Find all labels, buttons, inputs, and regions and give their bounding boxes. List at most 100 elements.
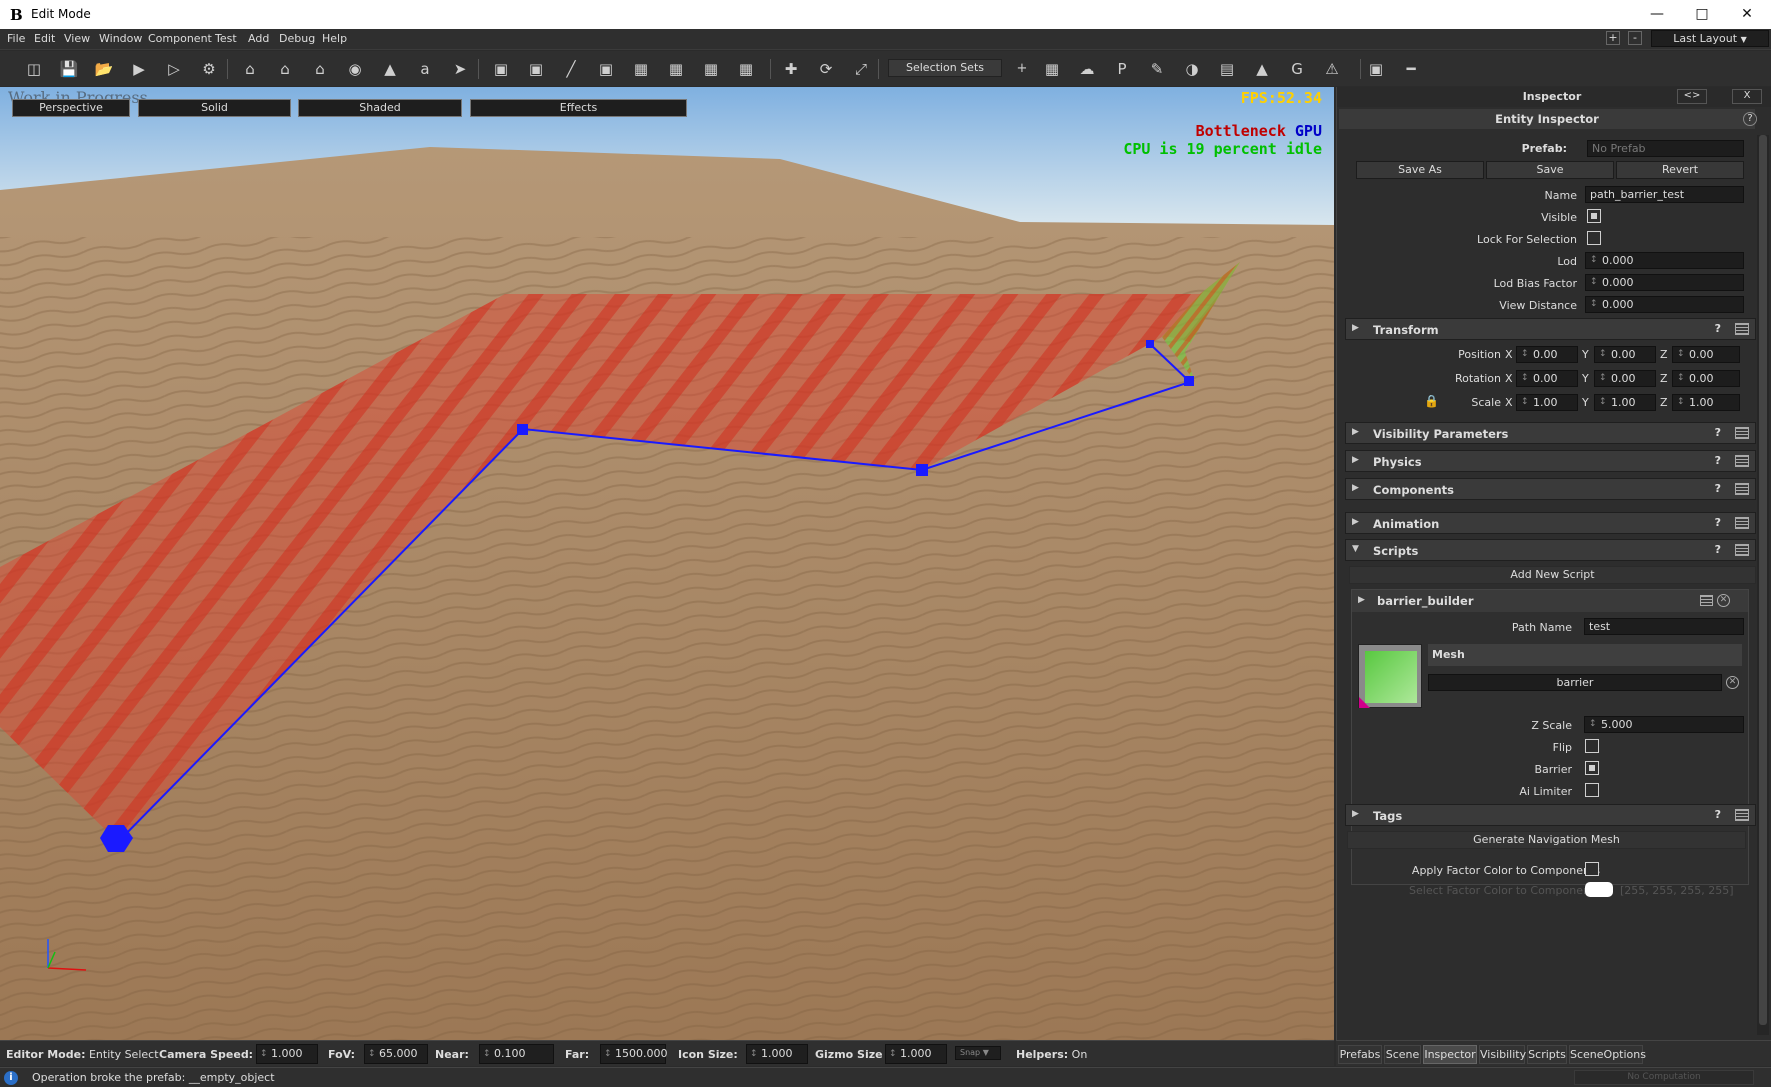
scale-gizmo-icon[interactable]: ⤢ <box>850 58 872 80</box>
path-node[interactable] <box>916 464 928 476</box>
menu-debug[interactable]: Debug <box>279 32 315 45</box>
lod-field[interactable]: 0.000 <box>1585 252 1744 269</box>
cursor-icon[interactable]: ➤ <box>449 58 471 80</box>
name-field[interactable]: path_barrier_test <box>1585 186 1744 203</box>
menu-icon[interactable] <box>1735 427 1749 439</box>
split-icon[interactable]: ╱ <box>560 58 582 80</box>
menu-component[interactable]: Component <box>148 32 212 45</box>
image-icon[interactable]: ▤ <box>1216 58 1238 80</box>
menu-icon[interactable] <box>1735 809 1749 821</box>
remove-script-icon[interactable]: ✕ <box>1717 594 1730 607</box>
import-icon[interactable]: ◫ <box>23 58 45 80</box>
selection-sets-add-button[interactable]: + <box>1011 58 1033 80</box>
tab-shaded[interactable]: Shaded <box>298 99 462 117</box>
close-button[interactable]: ✕ <box>1732 4 1762 24</box>
grid-scale-icon[interactable]: ▦ <box>735 58 757 80</box>
cube-add-icon[interactable]: ▣ <box>525 58 547 80</box>
inspector-close-button[interactable]: X <box>1732 89 1762 104</box>
rotate-gizmo-icon[interactable]: ⟳ <box>815 58 837 80</box>
cube-plus-icon[interactable]: ▣ <box>595 58 617 80</box>
menu-test[interactable]: Test <box>215 32 237 45</box>
help-icon[interactable]: ? <box>1715 454 1721 467</box>
mesh-field[interactable]: barrier <box>1428 674 1722 691</box>
generate-navigation-mesh-button[interactable]: Generate Navigation Mesh <box>1347 831 1746 849</box>
prefab-field[interactable]: No Prefab <box>1587 140 1744 157</box>
sphere-icon[interactable]: ◑ <box>1181 58 1203 80</box>
tab-sceneoptions[interactable]: SceneOptions <box>1569 1045 1646 1064</box>
settings-icon[interactable]: ⚙ <box>198 58 220 80</box>
position-z-field[interactable]: 0.00 <box>1672 346 1740 363</box>
inspector-scrollbar[interactable] <box>1757 135 1769 1035</box>
tab-solid[interactable]: Solid <box>138 99 291 117</box>
viewport-scene[interactable] <box>0 87 1334 1040</box>
save-button[interactable]: Save <box>1486 161 1614 179</box>
visible-checkbox[interactable] <box>1587 209 1601 223</box>
path-node[interactable] <box>1146 340 1154 348</box>
menu-window[interactable]: Window <box>99 32 142 45</box>
map-icon[interactable]: ▦ <box>1041 58 1063 80</box>
position-y-field[interactable]: 0.00 <box>1594 346 1656 363</box>
add-new-script-button[interactable]: Add New Script <box>1349 566 1756 584</box>
apply-factor-color-checkbox[interactable] <box>1585 862 1599 876</box>
rotation-z-field[interactable]: 0.00 <box>1672 370 1740 387</box>
barrier-checkbox[interactable] <box>1585 761 1599 775</box>
minimize-button[interactable]: — <box>1642 4 1672 24</box>
gizmo-size-field[interactable]: 1.000 <box>885 1044 947 1064</box>
open-folder-icon[interactable]: 📂 <box>93 58 115 80</box>
helpers[interactable]: Helpers: On <box>1016 1048 1087 1061</box>
mesh-thumbnail[interactable] <box>1358 644 1422 708</box>
menu-view[interactable]: View <box>64 32 90 45</box>
gi-icon[interactable]: G <box>1286 58 1308 80</box>
clear-mesh-icon[interactable]: ✕ <box>1726 676 1739 689</box>
menu-edit[interactable]: Edit <box>34 32 55 45</box>
help-icon[interactable]: ? <box>1715 516 1721 529</box>
menu-icon[interactable] <box>1735 517 1749 529</box>
ruler-icon[interactable]: ━ <box>1400 58 1422 80</box>
tab-effects[interactable]: Effects <box>470 99 687 117</box>
rotation-y-field[interactable]: 0.00 <box>1594 370 1656 387</box>
near-field[interactable]: 0.100 <box>479 1044 554 1064</box>
house-icon[interactable]: ⌂ <box>239 58 261 80</box>
factor-color-swatch[interactable] <box>1585 882 1613 897</box>
snap-dropdown[interactable]: Snap ▼ <box>955 1046 1001 1060</box>
menu-icon[interactable] <box>1735 544 1749 556</box>
inspector-toggle-button[interactable]: <> <box>1677 89 1707 104</box>
grid-move-icon[interactable]: ▦ <box>665 58 687 80</box>
help-icon[interactable]: ? <box>1743 112 1757 126</box>
menu-icon[interactable] <box>1735 483 1749 495</box>
house-add-icon[interactable]: ⌂ <box>274 58 296 80</box>
menu-icon[interactable] <box>1735 455 1749 467</box>
layout-remove-button[interactable]: - <box>1628 31 1642 45</box>
ai-limiter-checkbox[interactable] <box>1585 783 1599 797</box>
maximize-button[interactable]: □ <box>1687 4 1717 24</box>
brush-icon[interactable]: ✎ <box>1146 58 1168 80</box>
script-header[interactable]: ▶ barrier_builder ✕ <box>1352 590 1748 612</box>
position-x-field[interactable]: 0.00 <box>1516 346 1578 363</box>
play-icon[interactable]: ▶ <box>128 58 150 80</box>
grid-rotate-icon[interactable]: ▦ <box>700 58 722 80</box>
scale-z-field[interactable]: 1.00 <box>1672 394 1740 411</box>
fov-field[interactable]: 65.000 <box>364 1044 428 1064</box>
scale-y-field[interactable]: 1.00 <box>1594 394 1656 411</box>
house-edit-icon[interactable]: ⌂ <box>309 58 331 80</box>
visibility-section-header[interactable]: ▶ Visibility Parameters ? <box>1345 422 1756 444</box>
layout-add-button[interactable]: + <box>1606 31 1620 45</box>
package-icon[interactable]: ▣ <box>1365 58 1387 80</box>
tab-perspective[interactable]: Perspective <box>12 99 130 117</box>
tab-scripts[interactable]: Scripts <box>1527 1045 1567 1064</box>
camera-speed-field[interactable]: 1.000 <box>256 1044 318 1064</box>
menu-icon[interactable] <box>1735 323 1749 335</box>
help-icon[interactable]: ? <box>1715 426 1721 439</box>
transform-section-header[interactable]: ▶ Transform ? <box>1345 318 1756 340</box>
menu-file[interactable]: File <box>7 32 25 45</box>
tab-scene[interactable]: Scene <box>1384 1045 1421 1064</box>
play-outline-icon[interactable]: ▷ <box>163 58 185 80</box>
revert-button[interactable]: Revert <box>1616 161 1744 179</box>
physics-section-header[interactable]: ▶ Physics ? <box>1345 450 1756 472</box>
tab-prefabs[interactable]: Prefabs <box>1338 1045 1382 1064</box>
warning-icon[interactable]: ⚠ <box>1321 58 1343 80</box>
tab-inspector[interactable]: Inspector <box>1423 1045 1477 1064</box>
cube-icon[interactable]: ▣ <box>490 58 512 80</box>
help-icon[interactable]: ? <box>1715 808 1721 821</box>
layout-select[interactable]: Last Layout ▼ <box>1651 30 1769 47</box>
